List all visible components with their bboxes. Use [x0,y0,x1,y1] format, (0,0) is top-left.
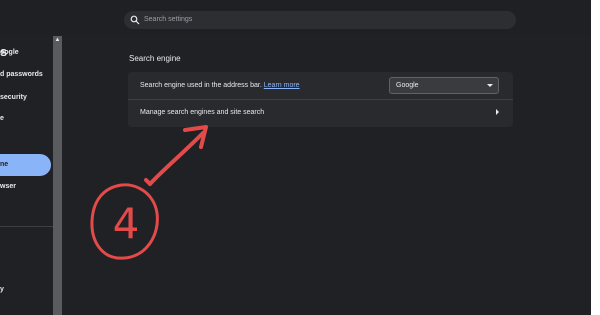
scroll-up-icon[interactable]: ▲ [54,37,61,44]
annotation-arrow [144,125,208,186]
sidebar-item-passwords[interactable]: d passwords [0,66,43,84]
sidebar-item-google[interactable]: oogle [0,44,19,62]
sidebar-item-security[interactable]: security [0,89,27,107]
manage-search-engines-row[interactable]: Manage search engines and site search [140,108,264,118]
selected-engine-value: Google [396,82,419,89]
search-icon [130,15,140,25]
annotation-number: 4 [112,199,140,248]
sidebar-item-default-browser[interactable]: wser [0,178,16,196]
manage-search-engines-text: Manage search engines and site search [140,109,265,116]
sidebar-item-about[interactable]: y [0,281,4,299]
settings-app: Search settings s oogle d passwords secu… [0,0,591,315]
card-row-divider [128,99,513,100]
address-bar-engine-label: Search engine used in the address bar. L… [140,81,300,91]
dropdown-caret-icon [487,84,493,87]
sidebar-divider [0,226,53,227]
window-frame: Search settings s oogle d passwords secu… [0,0,600,315]
search-engine-select[interactable]: Google [389,77,499,94]
chevron-right-icon [496,109,499,115]
sidebar-item-appearance[interactable]: e [0,110,4,128]
learn-more-link[interactable]: Learn more [264,82,300,89]
address-bar-engine-text: Search engine used in the address bar. [140,82,262,89]
annotation-arrow-and-number [90,125,208,260]
sidebar-scrollbar[interactable] [53,36,62,315]
search-input[interactable]: Search settings [124,11,516,29]
top-bar: Search settings [0,0,591,34]
sidebar-item-search-engine[interactable]: ne [0,154,51,176]
section-title: Search engine [129,54,181,63]
search-placeholder: Search settings [144,16,193,23]
